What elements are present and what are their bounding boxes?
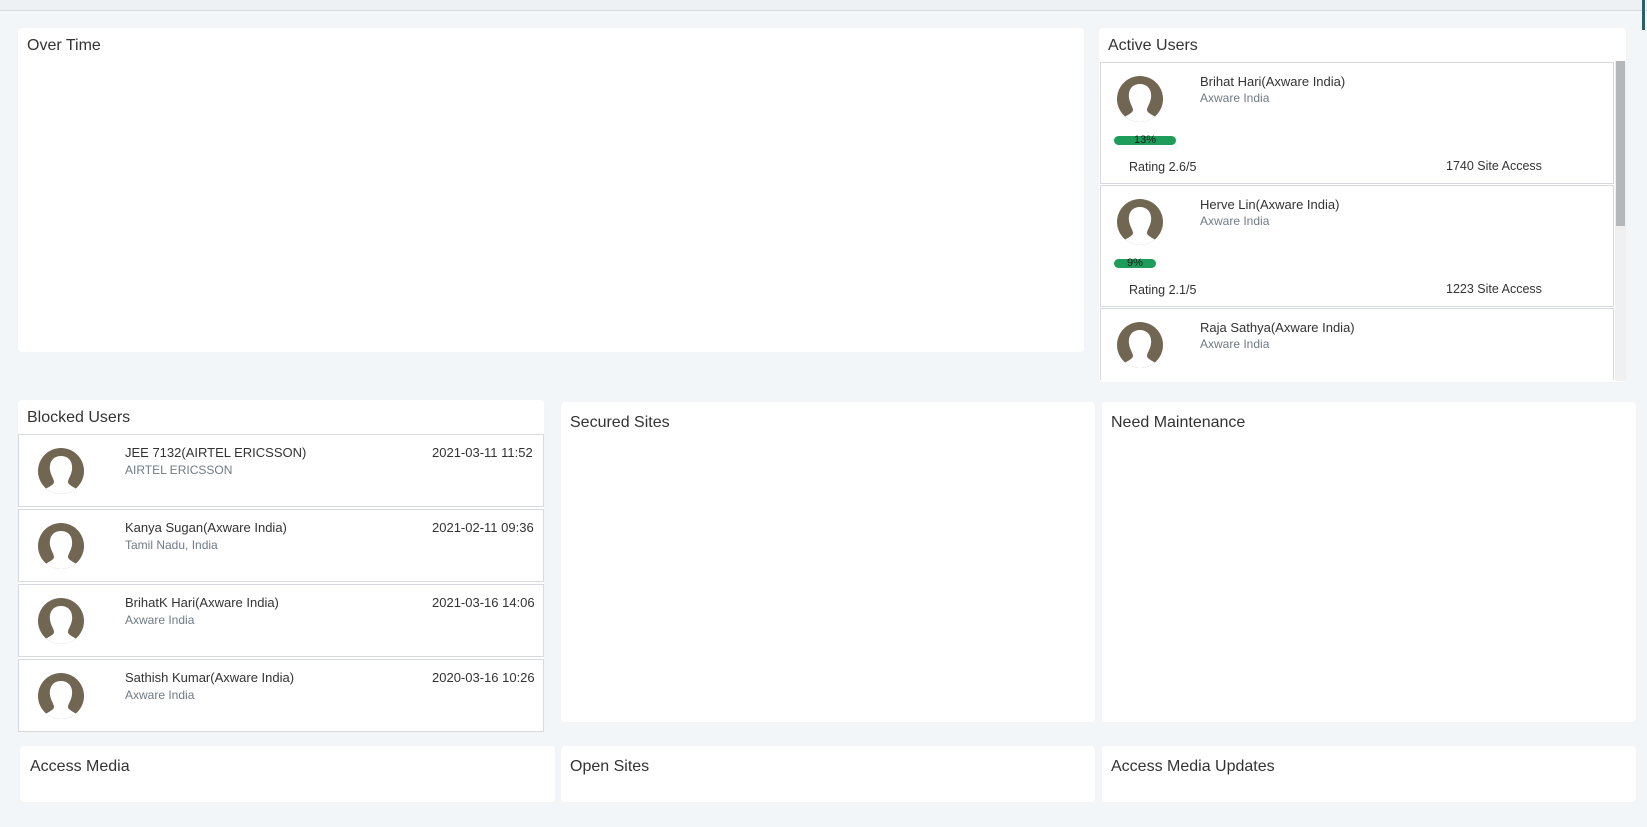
user-rating: Rating 2.6/5 [1129, 160, 1197, 174]
user-name[interactable]: Sathish Kumar(Axware India) [125, 670, 294, 685]
access-media-panel: Access Media [20, 746, 555, 802]
blocked-users-panel: Blocked Users JEE 7132(AIRTEL ERICSSON) … [18, 400, 544, 732]
user-avatar-icon [38, 598, 84, 644]
panel-title: Blocked Users [27, 409, 131, 426]
blocked-date: 2021-03-16 14:06 [432, 595, 535, 610]
list-item[interactable]: JEE 7132(AIRTEL ERICSSON) AIRTEL ERICSSO… [18, 434, 544, 507]
panel-title: Access Media [30, 758, 130, 775]
user-org: Axware India [1200, 214, 1270, 228]
user-avatar-icon [1117, 76, 1163, 122]
activity-percent: 9% [1127, 257, 1143, 269]
edge-accent [1642, 0, 1645, 30]
scrollbar-thumb[interactable] [1616, 61, 1625, 226]
user-rating: Rating 2.1/5 [1129, 283, 1197, 297]
need-maintenance-panel: Need Maintenance [1102, 402, 1636, 722]
blocked-date: 2021-02-11 09:36 [432, 520, 534, 535]
user-name[interactable]: Kanya Sugan(Axware India) [125, 520, 287, 535]
user-org: Tamil Nadu, India [125, 538, 218, 552]
panel-title: Secured Sites [570, 414, 670, 431]
user-org: Axware India [1200, 91, 1270, 105]
secured-sites-panel: Secured Sites [561, 402, 1095, 722]
user-name[interactable]: Herve Lin(Axware India) [1200, 197, 1339, 212]
user-name[interactable]: Raja Sathya(Axware India) [1200, 320, 1355, 335]
access-media-updates-panel: Access Media Updates [1102, 746, 1636, 802]
over-time-panel: Over Time [18, 28, 1084, 352]
list-item[interactable]: Sathish Kumar(Axware India) Axware India… [18, 659, 544, 732]
list-item[interactable]: BrihatK Hari(Axware India) Axware India … [18, 584, 544, 657]
top-bar [0, 0, 1647, 11]
user-org: Axware India [125, 613, 195, 627]
list-item[interactable]: Herve Lin(Axware India) Axware India 9% … [1100, 185, 1614, 307]
panel-title: Active Users [1108, 37, 1198, 54]
user-org: Axware India [125, 688, 195, 702]
user-org: Axware India [1200, 337, 1270, 351]
user-avatar-icon [38, 523, 84, 569]
panel-title: Open Sites [570, 758, 650, 775]
list-item[interactable]: Brihat Hari(Axware India) Axware India 1… [1100, 62, 1614, 184]
blocked-date: 2020-03-16 10:26 [432, 670, 535, 685]
site-access-count: 1223 Site Access [1446, 282, 1542, 296]
user-org: AIRTEL ERICSSON [125, 463, 233, 477]
site-access-count: 1740 Site Access [1446, 159, 1542, 173]
user-avatar-icon [1117, 322, 1163, 368]
user-name[interactable]: BrihatK Hari(Axware India) [125, 595, 279, 610]
activity-percent: 13% [1133, 134, 1157, 146]
active-users-panel: Active Users Brihat Hari(Axware India) A… [1099, 28, 1626, 382]
user-avatar-icon [38, 673, 84, 719]
list-item[interactable]: Kanya Sugan(Axware India) Tamil Nadu, In… [18, 509, 544, 582]
panel-title: Need Maintenance [1111, 414, 1246, 431]
list-item[interactable]: Raja Sathya(Axware India) Axware India [1100, 308, 1614, 380]
user-avatar-icon [1117, 199, 1163, 245]
user-name[interactable]: Brihat Hari(Axware India) [1200, 74, 1345, 89]
user-name[interactable]: JEE 7132(AIRTEL ERICSSON) [125, 445, 306, 460]
panel-title: Over Time [27, 37, 101, 54]
blocked-date: 2021-03-11 11:52 [432, 445, 533, 460]
panel-title: Access Media Updates [1111, 758, 1275, 775]
open-sites-panel: Open Sites [561, 746, 1095, 802]
active-users-list[interactable]: Brihat Hari(Axware India) Axware India 1… [1100, 62, 1614, 380]
user-avatar-icon [38, 448, 84, 494]
